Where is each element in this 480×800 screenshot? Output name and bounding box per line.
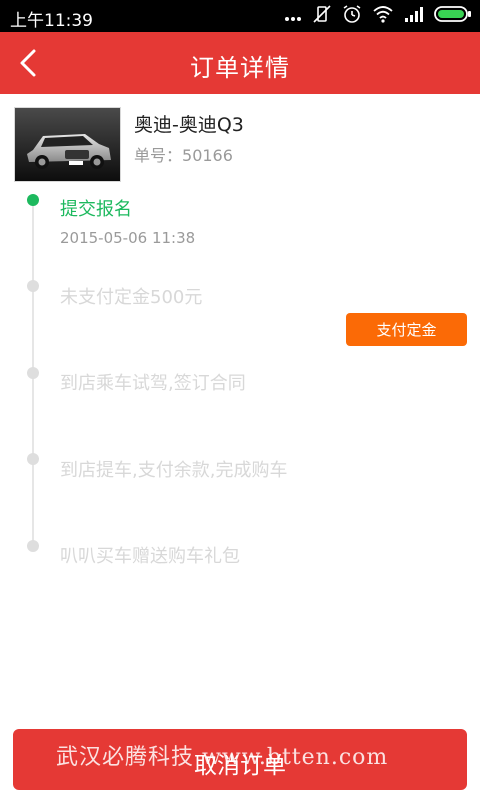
wifi-icon (372, 5, 394, 27)
step-1-time: 2015-05-06 11:38 (60, 229, 196, 247)
status-time: 上午11:39 (10, 11, 93, 31)
step-4-label: 到店提车,支付余款,完成购车 (60, 460, 288, 481)
order-number-label: 单号： (134, 146, 183, 165)
vibrate-off-icon (312, 4, 332, 28)
battery-icon (434, 5, 472, 27)
timeline-dot-step-3 (27, 367, 39, 379)
step-5-label: 叭叭买车赠送购车礼包 (60, 546, 240, 567)
step-3-label: 到店乘车试驾,签订合同 (60, 373, 246, 394)
timeline-dot-step-2 (27, 280, 39, 292)
timeline-dot-step-1 (27, 194, 39, 206)
order-number-line: 单号：50166 (134, 142, 233, 166)
status-icons (284, 4, 472, 28)
signal-icon (404, 5, 424, 27)
car-name: 奥迪-奥迪Q3 (134, 114, 244, 136)
more-dots-icon (284, 7, 302, 26)
watermark-text: 武汉必腾科技 www.btten.com (56, 745, 389, 770)
pay-deposit-button[interactable]: 支付定金 (346, 313, 467, 346)
step-1-label: 提交报名 (60, 199, 132, 220)
status-bar: 上午11:39 (0, 0, 480, 32)
timeline-dot-step-4 (27, 453, 39, 465)
alarm-icon (342, 4, 362, 28)
page-title: 订单详情 (190, 54, 290, 82)
order-number: 50166 (182, 146, 233, 165)
timeline-dot-step-5 (27, 540, 39, 552)
step-2-label: 未支付定金500元 (60, 287, 203, 308)
car-thumbnail (14, 107, 121, 182)
header-bar: 订单详情 (0, 32, 480, 94)
